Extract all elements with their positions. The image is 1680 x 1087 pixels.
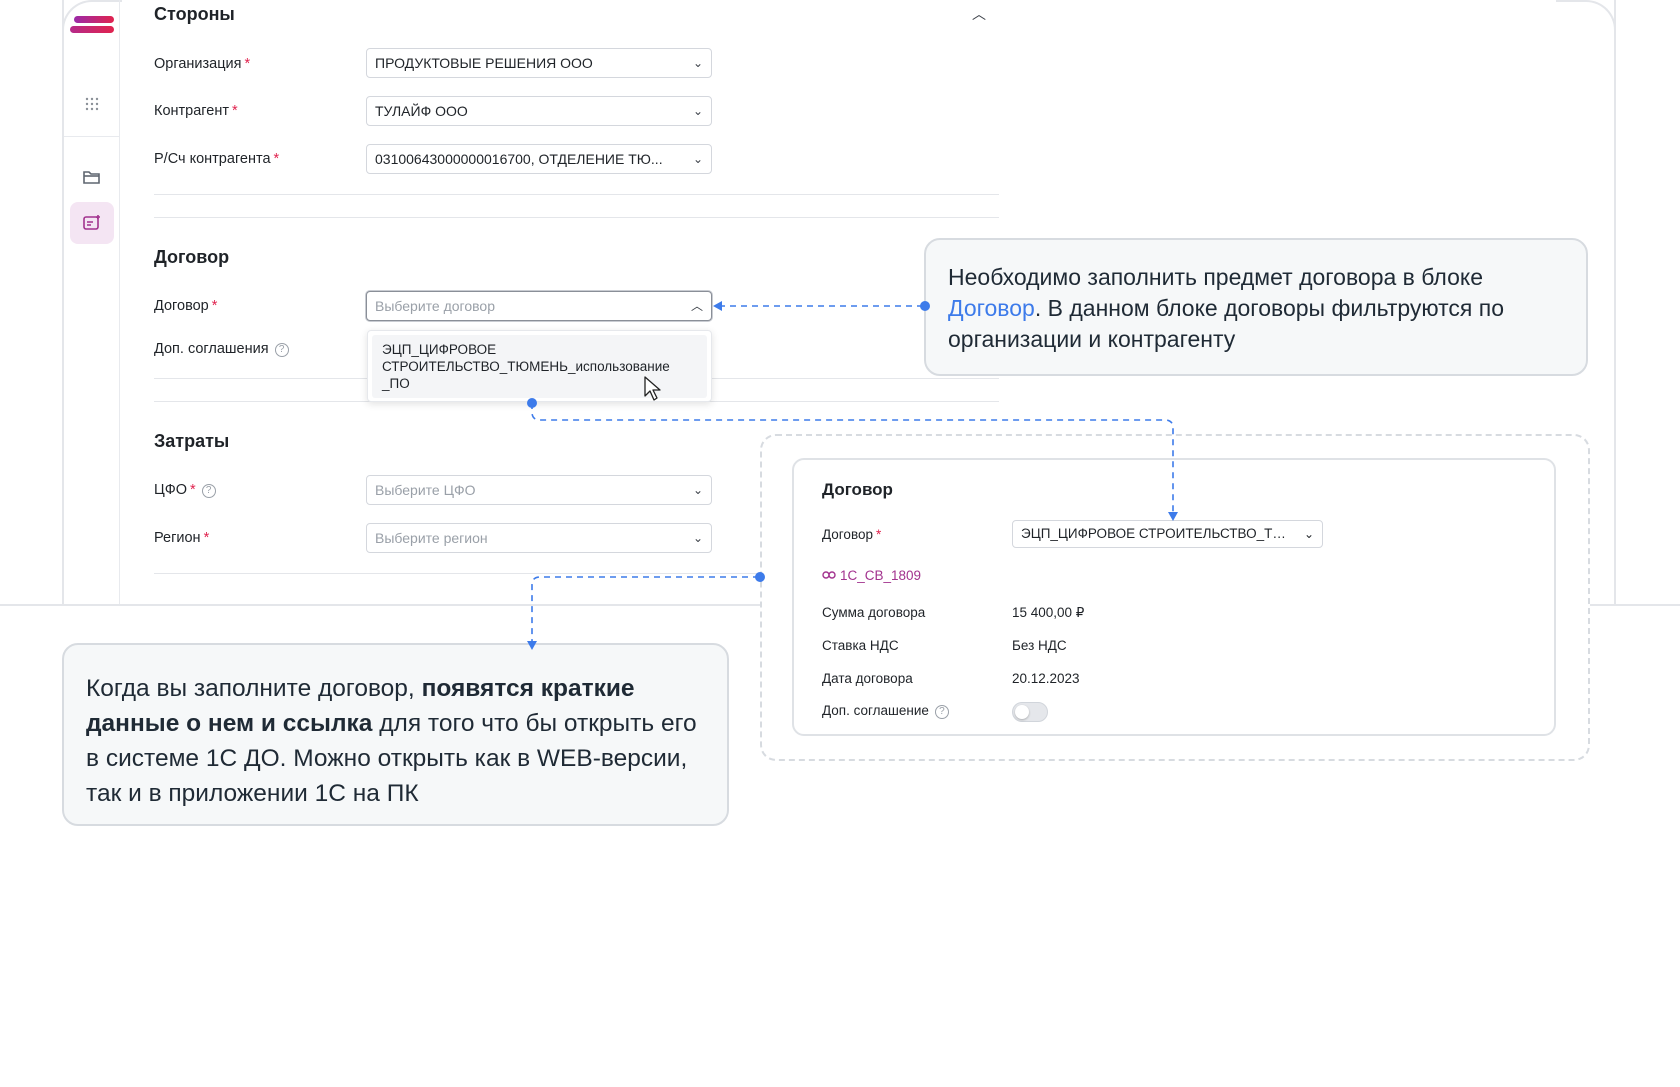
connector-lines <box>527 301 1178 650</box>
